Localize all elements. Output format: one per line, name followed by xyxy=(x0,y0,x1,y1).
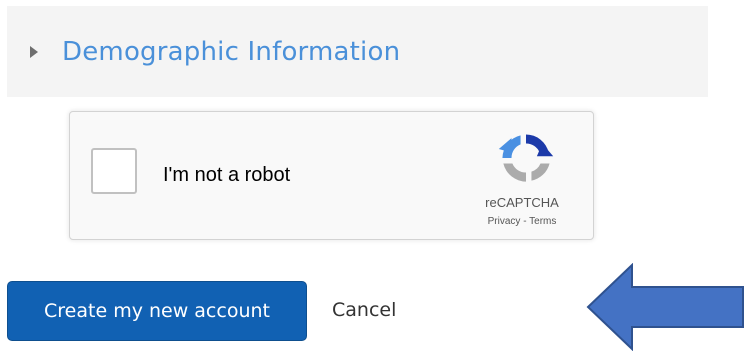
cancel-link[interactable]: Cancel xyxy=(332,299,396,321)
recaptcha-label: I'm not a robot xyxy=(163,164,291,186)
recaptcha-brand: reCAPTCHA xyxy=(485,195,559,210)
caret-right-icon xyxy=(30,45,38,58)
create-account-button[interactable]: Create my new account xyxy=(7,281,307,341)
demographic-section-toggle[interactable]: Demographic Information xyxy=(7,6,708,97)
recaptcha-links: Privacy - Terms xyxy=(466,216,578,227)
signup-form-footer: Demographic Information I'm not a robot … xyxy=(0,0,751,352)
recaptcha-checkbox[interactable] xyxy=(91,148,137,194)
recaptcha-widget: I'm not a robot reCAPTCHA Privacy - Term… xyxy=(69,111,594,240)
recaptcha-link-separator: - xyxy=(520,216,530,227)
recaptcha-privacy-link[interactable]: Privacy xyxy=(488,216,521,227)
recaptcha-terms-link[interactable]: Terms xyxy=(529,216,556,227)
recaptcha-logo-icon xyxy=(498,134,554,182)
section-title: Demographic Information xyxy=(62,36,401,67)
left-arrow-icon xyxy=(586,263,744,351)
